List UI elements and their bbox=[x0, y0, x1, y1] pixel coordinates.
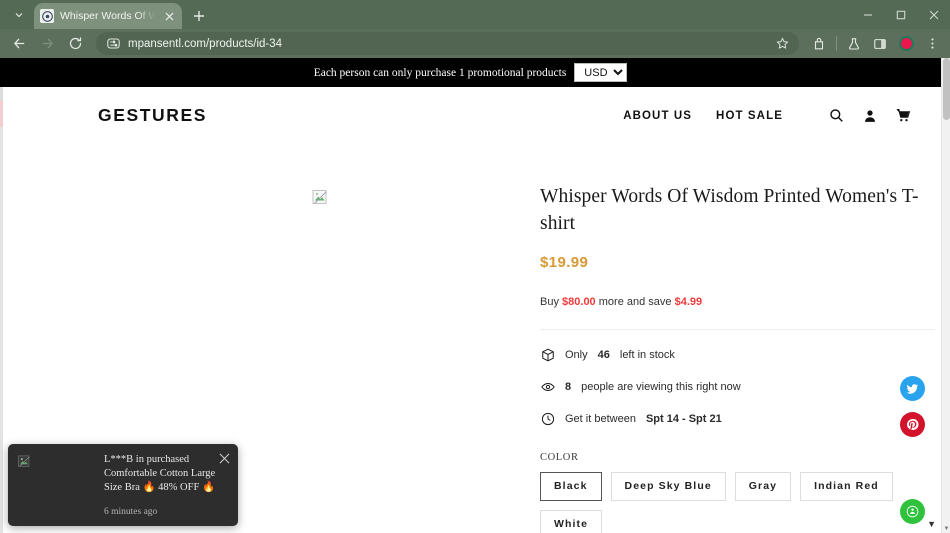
color-option-deep-sky-blue[interactable]: Deep Sky Blue bbox=[610, 472, 726, 501]
delivery-dates: Spt 14 - Spt 21 bbox=[645, 412, 722, 425]
site-favicon bbox=[40, 9, 54, 23]
close-icon[interactable] bbox=[162, 9, 176, 23]
new-tab-button[interactable] bbox=[188, 5, 210, 27]
tune-icon[interactable] bbox=[106, 37, 120, 51]
option-group-color: COLOR Black Deep Sky Blue Gray Indian Re… bbox=[540, 452, 935, 533]
site-logo[interactable]: GESTURES bbox=[98, 105, 207, 126]
scrollbar-thumb[interactable] bbox=[943, 58, 950, 120]
stock-suffix: left in stock bbox=[619, 348, 675, 361]
url-text: mpansentl.com/products/id-34 bbox=[128, 37, 283, 50]
main-navigation: ABOUT US HOT SALE bbox=[623, 108, 911, 123]
toolbar-divider bbox=[836, 36, 837, 51]
corner-caret-icon[interactable]: ▼ bbox=[927, 519, 936, 529]
kebab-menu-icon[interactable] bbox=[920, 32, 944, 56]
option-label-color: COLOR bbox=[540, 452, 579, 464]
page-viewport: Each person can only purchase 1 promotio… bbox=[0, 58, 950, 533]
box-icon bbox=[540, 347, 555, 362]
color-option-black[interactable]: Black bbox=[540, 472, 602, 501]
upsell-amount: $80.00 bbox=[562, 296, 596, 309]
viewer-count: 8 bbox=[565, 380, 572, 393]
page-left-edge-strip bbox=[0, 87, 3, 533]
product-info-block: Only 46 left in stock 8 people are viewi… bbox=[540, 329, 935, 430]
window-controls bbox=[851, 0, 950, 29]
page-scrollbar[interactable]: ▲ ▼ bbox=[941, 58, 950, 533]
color-option-indian-red[interactable]: Indian Red bbox=[800, 472, 893, 501]
nav-link-about-us[interactable]: ABOUT US bbox=[623, 110, 692, 122]
delivery-info-row: Get it between Spt 14 - Spt 21 bbox=[540, 407, 935, 430]
announcement-text: Each person can only purchase 1 promotio… bbox=[313, 66, 567, 79]
tab-strip: Whisper Words Of Wisdom Pri bbox=[0, 0, 950, 29]
flask-icon[interactable] bbox=[842, 32, 866, 56]
upsell-prefix: Buy bbox=[540, 296, 559, 309]
maximize-button[interactable] bbox=[884, 0, 917, 29]
viewers-info-row: 8 people are viewing this right now bbox=[540, 375, 935, 398]
upsell-middle: more and save bbox=[598, 296, 672, 309]
browser-window: Whisper Words Of Wisdom Pri bbox=[0, 0, 950, 533]
eye-icon bbox=[540, 379, 555, 394]
stock-prefix: Only bbox=[565, 348, 588, 361]
toast-timestamp: 6 minutes ago bbox=[104, 506, 158, 517]
scroll-down-arrow[interactable]: ▼ bbox=[942, 524, 950, 533]
profile-avatar[interactable] bbox=[894, 32, 918, 56]
close-window-button[interactable] bbox=[917, 0, 950, 29]
forward-button[interactable] bbox=[34, 31, 60, 57]
tab-search-button[interactable] bbox=[6, 4, 32, 26]
address-bar[interactable]: mpansentl.com/products/id-34 bbox=[96, 32, 799, 55]
back-button[interactable] bbox=[6, 31, 32, 57]
product-price: $19.99 bbox=[540, 254, 589, 272]
purchase-notification-toast[interactable]: L***B in purchased Comfortable Cotton La… bbox=[8, 444, 238, 526]
color-option-white[interactable]: White bbox=[540, 509, 603, 533]
star-icon[interactable] bbox=[776, 37, 789, 50]
social-share-rail bbox=[900, 376, 925, 524]
color-option-gray[interactable]: Gray bbox=[734, 472, 792, 501]
whatsapp-share-button[interactable] bbox=[900, 499, 925, 524]
reload-button[interactable] bbox=[62, 31, 88, 57]
product-title: Whisper Words Of Wisdom Printed Women's … bbox=[540, 186, 919, 234]
upsell-savings: $4.99 bbox=[674, 296, 703, 309]
extensions-icon[interactable] bbox=[807, 32, 831, 56]
close-icon[interactable] bbox=[219, 451, 230, 469]
broken-image-icon bbox=[312, 189, 329, 206]
header-icon-group bbox=[829, 108, 911, 123]
site-header: GESTURES ABOUT US HOT SALE bbox=[0, 87, 941, 144]
currency-select[interactable]: USD bbox=[574, 63, 628, 82]
twitter-share-button[interactable] bbox=[900, 376, 925, 401]
stock-count: 46 bbox=[597, 348, 610, 361]
toast-body: L***B in purchased Comfortable Cotton La… bbox=[104, 453, 229, 517]
browser-toolbar: mpansentl.com/products/id-34 bbox=[0, 29, 950, 58]
account-icon[interactable] bbox=[863, 109, 877, 123]
minimize-button[interactable] bbox=[851, 0, 884, 29]
browser-tab-active[interactable]: Whisper Words Of Wisdom Pri bbox=[34, 3, 182, 29]
announcement-bar: Each person can only purchase 1 promotio… bbox=[0, 58, 941, 87]
search-icon[interactable] bbox=[829, 108, 844, 123]
clock-icon bbox=[540, 411, 555, 426]
web-page: Each person can only purchase 1 promotio… bbox=[0, 58, 941, 533]
side-panel-icon[interactable] bbox=[868, 32, 892, 56]
cart-icon[interactable] bbox=[896, 108, 911, 123]
color-swatch-list: Black Deep Sky Blue Gray Indian Red Whit… bbox=[540, 472, 935, 533]
delivery-prefix: Get it between bbox=[565, 412, 636, 425]
stock-info-row: Only 46 left in stock bbox=[540, 343, 935, 366]
broken-image-icon bbox=[18, 455, 32, 469]
tab-title: Whisper Words Of Wisdom Pri bbox=[60, 10, 156, 22]
viewers-suffix: people are viewing this right now bbox=[581, 380, 741, 393]
product-details: Whisper Words Of Wisdom Printed Women's … bbox=[540, 144, 935, 533]
pinterest-share-button[interactable] bbox=[900, 412, 925, 437]
upsell-message: Buy $80.00 more and save $4.99 bbox=[540, 296, 935, 308]
toast-line-1: L***B in purchased bbox=[104, 454, 190, 465]
nav-link-hot-sale[interactable]: HOT SALE bbox=[716, 110, 783, 122]
toast-line-2: Comfortable Cotton Large bbox=[104, 467, 216, 479]
toast-line-3: Size Bra 🔥 48% OFF 🔥 bbox=[104, 481, 216, 493]
